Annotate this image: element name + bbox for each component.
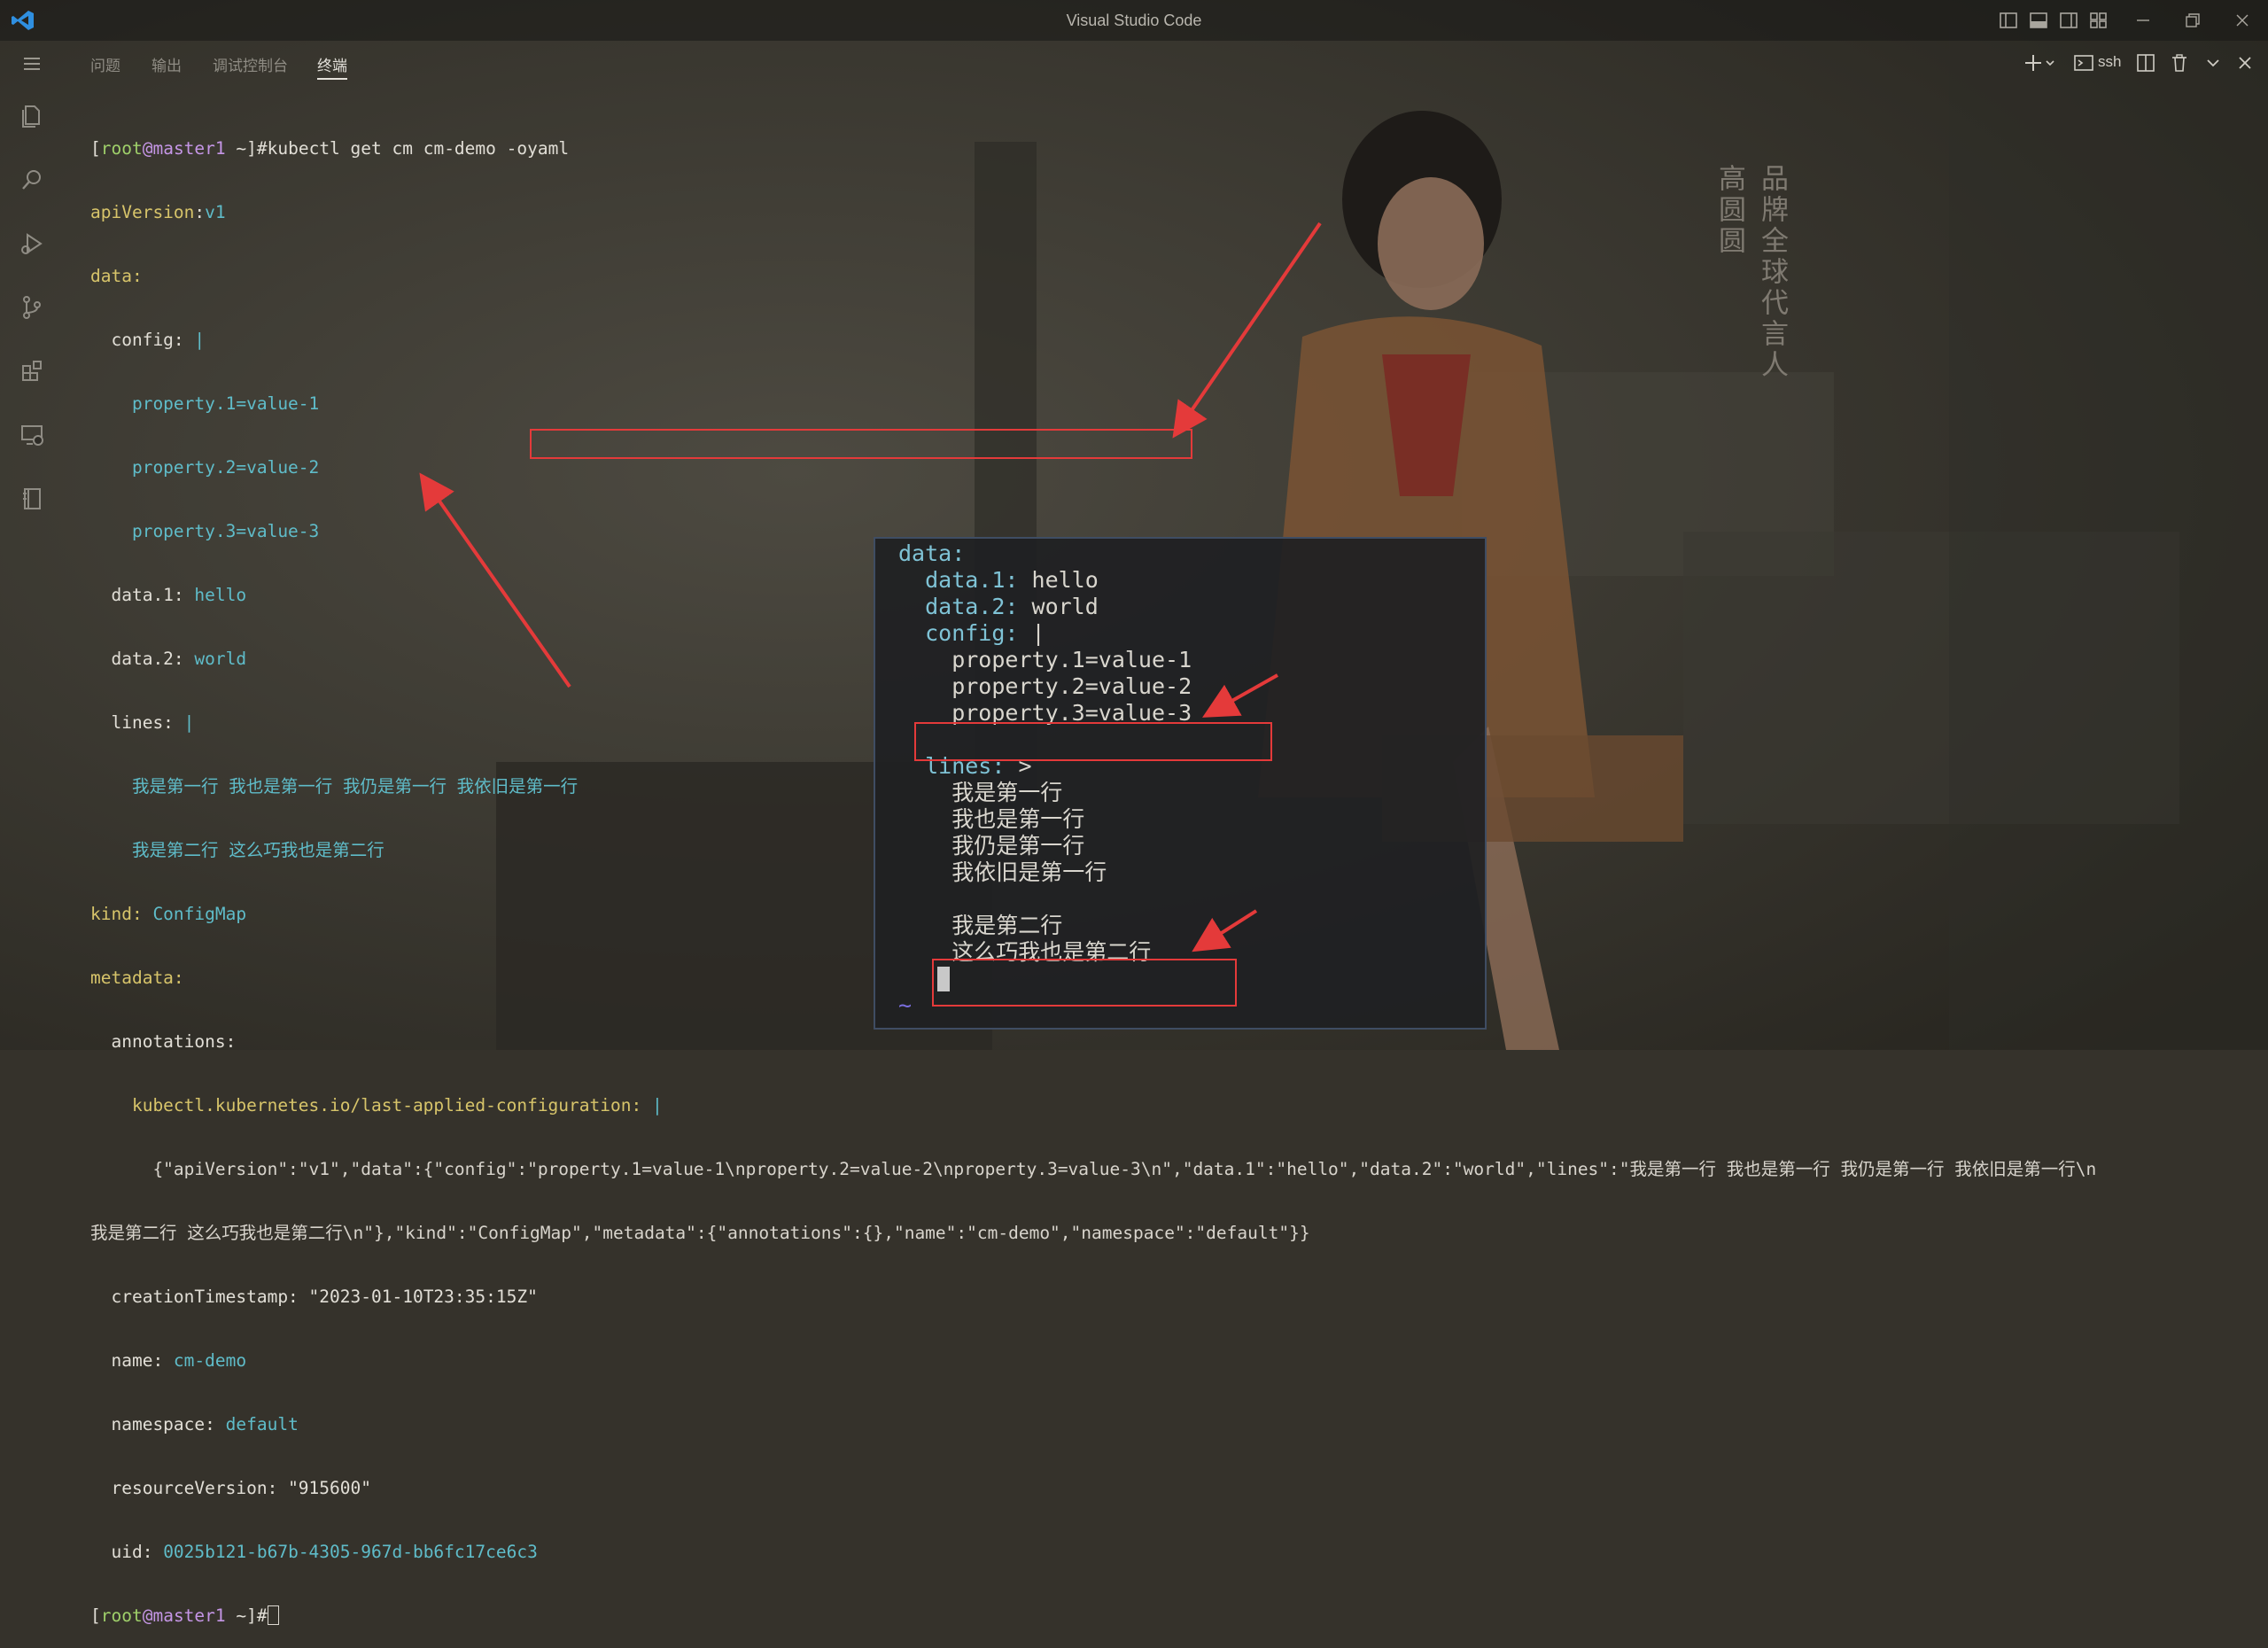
minimize-icon[interactable] xyxy=(2133,11,2153,30)
tab-problems[interactable]: 问题 xyxy=(90,53,120,75)
toggle-panel-icon[interactable] xyxy=(2029,11,2048,30)
close-window-icon[interactable] xyxy=(2233,11,2252,30)
vim-line: data: xyxy=(898,540,966,566)
new-terminal-icon[interactable] xyxy=(2022,51,2057,74)
title-bar: Visual Studio Code xyxy=(0,0,2268,41)
vim-line: config: | xyxy=(898,620,1045,646)
vim-tilde: ~ xyxy=(898,992,913,1018)
maximize-panel-chevron-icon[interactable] xyxy=(2202,51,2224,74)
tab-debug-console[interactable]: 调试控制台 xyxy=(213,53,288,75)
terminal-line: kubectl.kubernetes.io/last-applied-confi… xyxy=(90,1095,663,1116)
vim-line: 我是第二行 xyxy=(898,913,1063,938)
terminal-line: property.1=value-1 xyxy=(90,393,320,414)
terminal-line: annotations: xyxy=(90,1031,237,1052)
annotation-box-lines-trailing-newline xyxy=(932,959,1237,1007)
prompt-dir: ~ xyxy=(225,138,247,159)
toggle-secondary-sidebar-icon[interactable] xyxy=(2059,11,2078,30)
terminal-cursor xyxy=(267,1605,279,1625)
vim-screenshot-overlay: data: data.1: hello data.2: world config… xyxy=(874,537,1487,1030)
terminal-line: config: | xyxy=(90,330,206,350)
vim-line: 我仍是第一行 xyxy=(898,833,1085,859)
terminal-profile-icon[interactable] xyxy=(2073,51,2094,74)
vim-line: data.2: world xyxy=(898,594,1099,619)
kill-terminal-icon[interactable] xyxy=(2169,51,2190,74)
terminal-line: resourceVersion: "915600" xyxy=(90,1478,371,1498)
terminal-line: apiVersion:v1 xyxy=(90,202,226,222)
extensions-icon[interactable] xyxy=(15,354,49,388)
tab-terminal[interactable]: 终端 xyxy=(317,53,347,80)
vim-line: 我也是第一行 xyxy=(898,806,1085,832)
vim-line: data.1: hello xyxy=(898,567,1099,593)
remote-explorer-icon[interactable] xyxy=(15,418,49,452)
search-icon[interactable] xyxy=(15,163,49,197)
vim-line: property.2=value-2 xyxy=(898,673,1192,699)
terminal-line: creationTimestamp: "2023-01-10T23:35:15Z… xyxy=(90,1287,538,1307)
explorer-icon[interactable] xyxy=(15,99,49,133)
menu-icon[interactable] xyxy=(15,47,49,81)
terminal-line: 我是第二行 这么巧我也是第二行\n"},"kind":"ConfigMap","… xyxy=(90,1223,1310,1243)
activity-bar xyxy=(0,41,64,1050)
terminal-profile-label[interactable]: ssh xyxy=(2098,53,2121,71)
annotation-box-config-trailing-newline xyxy=(914,722,1272,761)
customize-layout-icon[interactable] xyxy=(2089,11,2109,30)
vim-line: 我是第一行 xyxy=(898,780,1063,805)
terminal-command: #kubectl get cm cm-demo -oyaml xyxy=(256,138,570,159)
terminal-line: name: cm-demo xyxy=(90,1350,247,1371)
toggle-primary-sidebar-icon[interactable] xyxy=(1999,11,2018,30)
prompt-user: root xyxy=(100,138,143,159)
terminal-line: [root@master1 ~]#kubectl get cm cm-demo … xyxy=(90,138,570,159)
terminal-line: {"apiVersion":"v1","data":{"config":"pro… xyxy=(90,1159,2097,1179)
vim-line: property.1=value-1 xyxy=(898,647,1192,672)
tab-output[interactable]: 输出 xyxy=(151,53,182,75)
terminal-line: data: xyxy=(90,266,143,286)
run-and-debug-icon[interactable] xyxy=(15,227,49,260)
terminal-line: uid: 0025b121-b67b-4305-967d-bb6fc17ce6c… xyxy=(90,1542,538,1562)
annotation-box-config-string xyxy=(530,429,1192,459)
terminal-line: namespace: default xyxy=(90,1414,299,1434)
panel-tab-bar: 问题 输出 调试控制台 终端 ssh xyxy=(64,41,2268,85)
restore-icon[interactable] xyxy=(2183,11,2202,30)
terminal-line: [root@master1 ~]# xyxy=(90,1605,2252,1627)
window-title: Visual Studio Code xyxy=(1066,12,1202,29)
notebook-icon[interactable] xyxy=(15,482,49,516)
close-panel-icon[interactable] xyxy=(2234,51,2256,74)
terminal-line: property.2=value-2 xyxy=(90,457,320,478)
source-control-icon[interactable] xyxy=(15,291,49,324)
split-terminal-icon[interactable] xyxy=(2135,51,2156,74)
vim-line: 我依旧是第一行 xyxy=(898,859,1107,885)
prompt-host: @master1 xyxy=(142,138,226,159)
